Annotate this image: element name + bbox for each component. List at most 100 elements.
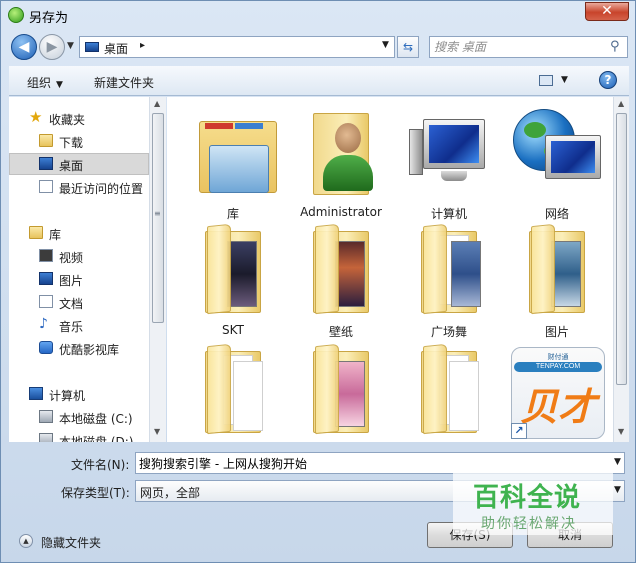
nav-item-label: 文档: [59, 297, 84, 311]
address-bar[interactable]: 桌面 ▸ ▼: [79, 36, 395, 58]
chevron-down-icon: ▼: [561, 75, 568, 85]
nav-item-pictures[interactable]: 图片: [9, 268, 149, 290]
youku-icon: [39, 341, 53, 354]
chevron-down-icon: ▼: [56, 80, 63, 90]
nav-item-label: 本地磁盘 (C:): [59, 412, 133, 426]
nav-item-label: 音乐: [59, 320, 84, 334]
filetype-dropdown[interactable]: ▼: [614, 485, 621, 495]
nav-item-youku[interactable]: 优酷影视库: [9, 337, 149, 359]
organize-button[interactable]: 组织 ▼: [27, 74, 63, 91]
library-icon: [29, 226, 43, 239]
search-input[interactable]: [434, 39, 604, 55]
search-box[interactable]: ⚲: [429, 36, 628, 58]
history-dropdown[interactable]: ▼: [67, 41, 74, 51]
watermark-subtitle: 助你轻松解决: [481, 516, 577, 532]
nav-item-label: 桌面: [59, 159, 84, 173]
computer-icon: [29, 387, 43, 400]
item-folder[interactable]: [183, 337, 283, 442]
item-tenpay-shortcut[interactable]: 财付通 TENPAY.COM 贝才 ↗: [507, 345, 607, 442]
hide-folders-label: 隐藏文件夹: [41, 536, 102, 550]
nav-item-music[interactable]: ♪ 音乐: [9, 314, 149, 336]
scroll-down-icon[interactable]: ▼: [618, 427, 624, 436]
nav-item-label: 库: [49, 228, 62, 242]
save-as-dialog: 另存为 ✕ ◀ ▶ ▼ 桌面 ▸ ▼ ⇆ ⚲ 组织 ▼ 新建文件夹 ▼ ? ★ 收…: [0, 0, 636, 563]
item-computer[interactable]: 计算机: [399, 99, 499, 221]
picture-icon: [39, 272, 53, 285]
tenpay-name: 财付通: [547, 354, 569, 361]
item-folder-skt[interactable]: SKT: [183, 217, 283, 337]
filename-dropdown[interactable]: ▼: [614, 457, 621, 467]
watermark-title: 百科全说: [473, 483, 582, 513]
nav-item-videos[interactable]: 视频: [9, 245, 149, 267]
item-folder[interactable]: [291, 337, 391, 442]
refresh-button[interactable]: ⇆: [397, 36, 419, 58]
tenpay-band: TENPAY.COM: [514, 362, 602, 372]
scroll-up-icon[interactable]: ▲: [618, 99, 624, 108]
item-network[interactable]: 网络: [507, 99, 607, 221]
scroll-down-icon[interactable]: ▼: [154, 427, 160, 436]
back-button[interactable]: ◀: [11, 34, 37, 60]
nav-item-label: 优酷影视库: [59, 343, 120, 357]
nav-item-label: 本地磁盘 (D:): [59, 435, 134, 442]
chevron-down-icon: ▼: [614, 485, 621, 495]
nav-scrollbar[interactable]: ▲ ≡ ▼: [149, 97, 166, 442]
nav-item-label: 最近访问的位置: [59, 182, 144, 196]
item-label: SKT: [222, 323, 244, 337]
command-bar: 组织 ▼ 新建文件夹 ▼ ?: [9, 66, 629, 96]
app-icon: [8, 7, 24, 23]
nav-item-label: 下载: [59, 136, 84, 150]
nav-item-label: 计算机: [49, 389, 86, 403]
drive-icon: [39, 433, 53, 442]
item-folder-square-dance[interactable]: 广场舞: [399, 217, 499, 339]
filename-label: 文件名(N):: [71, 458, 130, 472]
nav-item-computer[interactable]: 计算机: [9, 383, 149, 405]
scroll-thumb[interactable]: [152, 113, 164, 323]
recent-places-icon: [39, 180, 53, 193]
star-icon: ★: [29, 108, 43, 126]
arrow-right-icon: ▶: [46, 39, 58, 55]
nav-item-libraries[interactable]: 库: [9, 222, 149, 244]
search-icon[interactable]: ⚲: [610, 39, 620, 54]
nav-item-documents[interactable]: 文档: [9, 291, 149, 313]
drive-icon: [39, 410, 53, 423]
nav-item-desktop[interactable]: 桌面: [9, 153, 149, 175]
filename-field[interactable]: ▼: [135, 452, 625, 474]
grip-icon: ≡: [154, 209, 161, 218]
item-label: 图片: [544, 325, 569, 339]
nav-item-downloads[interactable]: 下载: [9, 130, 149, 152]
refresh-icon: ⇆: [402, 40, 414, 54]
help-button[interactable]: ?: [599, 71, 617, 89]
video-icon: [39, 249, 53, 262]
breadcrumb-separator[interactable]: ▸: [140, 40, 145, 51]
shortcut-arrow-icon: ↗: [511, 423, 527, 439]
close-button[interactable]: ✕: [585, 2, 629, 21]
item-folder-wallpaper[interactable]: 壁纸: [291, 217, 391, 339]
item-administrator[interactable]: Administrator: [291, 99, 391, 219]
scroll-thumb[interactable]: [616, 113, 627, 385]
new-folder-button[interactable]: 新建文件夹: [94, 74, 154, 91]
forward-button[interactable]: ▶: [39, 34, 65, 60]
nav-item-drive-c[interactable]: 本地磁盘 (C:): [9, 406, 149, 428]
filetype-value: 网页，全部: [140, 486, 201, 500]
download-folder-icon: [39, 134, 53, 147]
nav-item-recent-places[interactable]: 最近访问的位置: [9, 176, 149, 198]
item-folder-pictures[interactable]: 图片: [507, 217, 607, 339]
scroll-up-icon[interactable]: ▲: [154, 99, 160, 108]
nav-item-label: 收藏夹: [49, 113, 86, 127]
filename-input[interactable]: [139, 455, 599, 471]
watermark-overlay: 百科全说 助你轻松解决: [453, 473, 613, 535]
breadcrumb-desktop[interactable]: 桌面: [104, 40, 128, 57]
item-libraries[interactable]: 库: [183, 99, 283, 221]
document-icon: [39, 295, 53, 308]
content-scrollbar[interactable]: ▲ ▼: [613, 97, 629, 442]
nav-item-favorites[interactable]: ★ 收藏夹: [9, 107, 149, 129]
nav-item-label: 图片: [59, 274, 84, 288]
address-dropdown[interactable]: ▼: [382, 40, 389, 50]
chevron-down-icon: ▼: [614, 457, 621, 467]
view-options-icon[interactable]: [539, 75, 553, 86]
view-dropdown[interactable]: ▼: [561, 75, 568, 85]
desktop-icon: [39, 157, 53, 170]
nav-item-drive-d[interactable]: 本地磁盘 (D:): [9, 429, 149, 442]
filetype-label: 保存类型(T):: [61, 486, 130, 500]
item-folder[interactable]: [399, 337, 499, 442]
